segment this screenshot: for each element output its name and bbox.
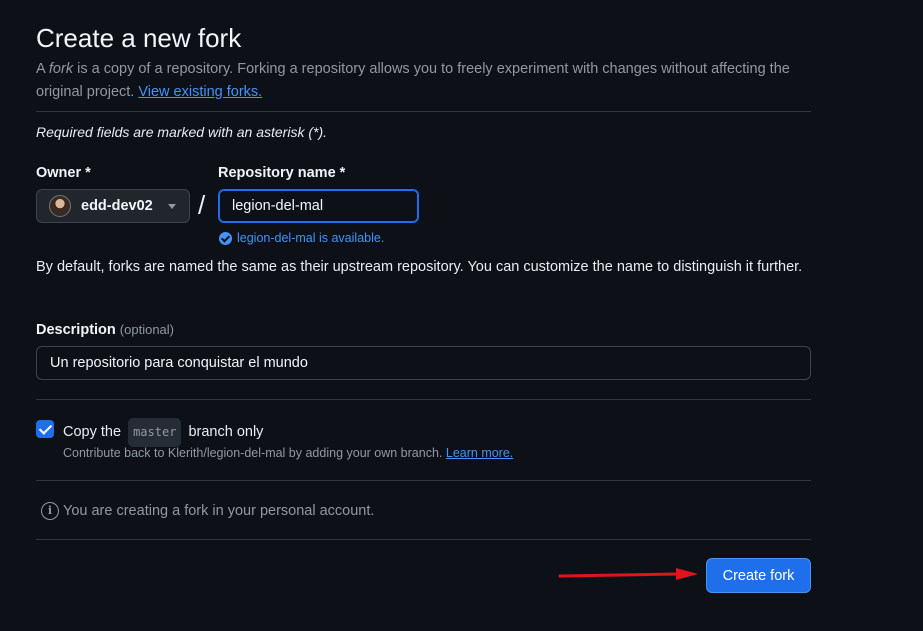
chevron-down-icon — [168, 204, 176, 209]
availability-message: legion-del-mal is available. — [219, 231, 384, 245]
view-existing-forks-link[interactable]: View existing forks. — [138, 84, 262, 100]
divider — [36, 539, 811, 540]
copy-branch-checkbox[interactable] — [36, 420, 54, 438]
contribute-note: Contribute back to Klerith/legion-del-ma… — [63, 446, 514, 460]
page-intro: A fork is a copy of a repository. Forkin… — [36, 61, 790, 100]
red-arrow-annotation — [558, 568, 698, 580]
description-label: Description (optional) — [36, 322, 174, 338]
owner-select[interactable]: edd-dev02 — [36, 189, 190, 223]
divider — [36, 111, 811, 112]
required-note: Required fields are marked with an aster… — [36, 124, 328, 140]
account-note: You are creating a fork in your personal… — [63, 503, 375, 519]
repo-name-label: Repository name * — [218, 165, 346, 181]
fork-term: fork — [48, 61, 74, 77]
copy-branch-label: Copy the master branch only — [63, 418, 263, 447]
optional-hint: (optional) — [119, 322, 174, 337]
branch-name: master — [128, 418, 182, 447]
create-fork-button[interactable]: Create fork — [706, 558, 811, 593]
divider — [36, 399, 811, 400]
divider — [36, 480, 811, 481]
page-title: Create a new fork — [36, 23, 242, 53]
check-circle-icon — [219, 231, 232, 245]
description-input[interactable]: Un repositorio para conquistar el mundo — [36, 346, 811, 380]
info-icon: i — [41, 502, 59, 520]
avatar — [49, 195, 71, 217]
fork-page: Create a new fork A fork is a copy of a … — [36, 22, 811, 104]
owner-label: Owner * — [36, 165, 91, 181]
owner-name: edd-dev02 — [81, 198, 153, 214]
learn-more-link[interactable]: Learn more. — [446, 446, 513, 460]
repo-name-input[interactable]: legion-del-mal — [218, 189, 419, 223]
owner-repo-separator: / — [198, 190, 206, 220]
naming-note: By default, forks are named the same as … — [36, 259, 803, 275]
